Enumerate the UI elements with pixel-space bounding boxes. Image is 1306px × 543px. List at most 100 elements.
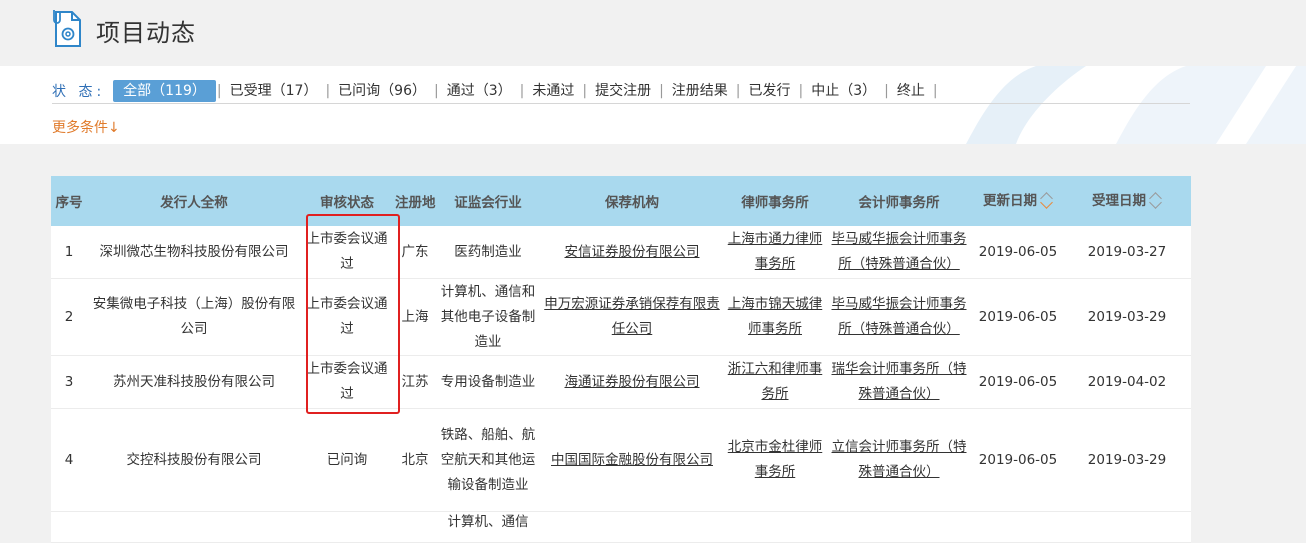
- law-firm-link[interactable]: 北京市金杜律师事务所: [728, 439, 823, 480]
- status-option-not-passed[interactable]: 未通过: [525, 80, 581, 102]
- cell-status: [301, 511, 393, 543]
- cell-no: 3: [51, 355, 87, 409]
- cell-sponsor: 安信证券股份有限公司: [539, 226, 725, 279]
- cell-industry: 计算机、通信和其他电子设备制造业: [437, 278, 539, 356]
- status-option-terminated[interactable]: 终止: [890, 80, 932, 102]
- law-firm-link[interactable]: 上海市通力律师事务所: [728, 231, 823, 272]
- cell-industry: 计算机、通信: [437, 511, 539, 543]
- cell-sponsor: 中国国际金融股份有限公司: [539, 408, 725, 512]
- law-firm-link[interactable]: 浙江六和律师事务所: [728, 361, 823, 402]
- separator: |: [216, 83, 222, 99]
- separator: |: [325, 83, 331, 99]
- header-accepted-label: 受理日期: [1092, 193, 1146, 209]
- status-option-issued[interactable]: 已发行: [742, 80, 798, 102]
- status-option-passed[interactable]: 通过（3）: [440, 80, 519, 102]
- cell-law-firm: 浙江六和律师事务所: [725, 355, 825, 409]
- separator: |: [434, 83, 439, 99]
- cell-accepted: 2019-04-02: [1063, 355, 1191, 409]
- sponsor-link[interactable]: 海通证券股份有限公司: [565, 374, 700, 390]
- cell-status: 上市委会议通过: [301, 278, 393, 356]
- cell-status: 上市委会议通过: [301, 226, 393, 279]
- project-table: 序号 发行人全称 审核状态 注册地 证监会行业 保荐机构 律师事务所 会计师事务…: [51, 176, 1191, 543]
- header-accepted-date[interactable]: 受理日期: [1063, 176, 1191, 226]
- filter-divider: [52, 103, 1190, 104]
- accounting-firm-link[interactable]: 毕马威华振会计师事务所（特殊普通合伙）: [832, 296, 967, 337]
- status-option-submitted-registration[interactable]: 提交注册: [588, 80, 658, 102]
- separator: |: [582, 83, 588, 99]
- status-option-accepted[interactable]: 已受理（17）: [223, 80, 325, 102]
- cell-sponsor: 申万宏源证券承销保荐有限责任公司: [539, 278, 725, 356]
- document-at-icon: [53, 10, 81, 47]
- cell-region: 上海: [393, 278, 437, 356]
- status-option-all[interactable]: 全部（119）: [113, 80, 216, 102]
- sponsor-link[interactable]: 申万宏源证券承销保荐有限责任公司: [544, 296, 720, 337]
- header-accounting-firm: 会计师事务所: [825, 176, 973, 226]
- cell-law-firm: [725, 511, 825, 543]
- table-row: 计算机、通信: [51, 511, 1191, 543]
- separator: |: [659, 83, 664, 99]
- separator: |: [798, 83, 804, 99]
- cell-accepted: 2019-03-27: [1063, 226, 1191, 279]
- cell-updated: 2019-06-05: [973, 355, 1063, 409]
- header-industry: 证监会行业: [437, 176, 539, 226]
- accounting-firm-link[interactable]: 立信会计师事务所（特殊普通合伙）: [832, 439, 967, 480]
- header-updated-date[interactable]: 更新日期: [973, 176, 1063, 226]
- header-region: 注册地: [393, 176, 437, 226]
- cell-issuer: 深圳微芯生物科技股份有限公司: [87, 226, 301, 279]
- cell-issuer: 安集微电子科技（上海）股份有限公司: [87, 278, 301, 356]
- sponsor-link[interactable]: 安信证券股份有限公司: [565, 244, 700, 260]
- cell-issuer: 苏州天准科技股份有限公司: [87, 355, 301, 409]
- cell-accepted: 2019-03-29: [1063, 278, 1191, 356]
- cell-updated: 2019-06-05: [973, 226, 1063, 279]
- table-row: 1 深圳微芯生物科技股份有限公司 上市委会议通过 广东 医药制造业 安信证券股份…: [51, 226, 1191, 279]
- page-header: 项目动态: [0, 0, 1306, 66]
- cell-issuer: 交控科技股份有限公司: [87, 408, 301, 512]
- separator: |: [884, 83, 889, 99]
- status-option-inquired[interactable]: 已问询（96）: [331, 80, 433, 102]
- sort-icon[interactable]: [1040, 188, 1053, 214]
- cell-accounting-firm: 瑞华会计师事务所（特殊普通合伙）: [825, 355, 973, 409]
- separator: |: [519, 83, 525, 99]
- cell-no: 1: [51, 226, 87, 279]
- filter-panel: 状 态: 全部（119） | 已受理（17） | 已问询（96） | 通过（3）…: [0, 66, 1306, 144]
- cell-updated: [973, 511, 1063, 543]
- separator: |: [735, 83, 741, 99]
- accounting-firm-link[interactable]: 毕马威华振会计师事务所（特殊普通合伙）: [832, 231, 967, 272]
- cell-law-firm: 上海市通力律师事务所: [725, 226, 825, 279]
- cell-region: 江苏: [393, 355, 437, 409]
- table-header-row: 序号 发行人全称 审核状态 注册地 证监会行业 保荐机构 律师事务所 会计师事务…: [51, 176, 1191, 226]
- cell-accepted: [1063, 511, 1191, 543]
- page-title: 项目动态: [96, 19, 196, 47]
- status-option-registration-result[interactable]: 注册结果: [665, 80, 735, 102]
- sponsor-link[interactable]: 中国国际金融股份有限公司: [551, 452, 713, 468]
- cell-law-firm: 北京市金杜律师事务所: [725, 408, 825, 512]
- decorative-stripes: [966, 66, 1306, 144]
- table-row: 2 安集微电子科技（上海）股份有限公司 上市委会议通过 上海 计算机、通信和其他…: [51, 278, 1191, 356]
- cell-accepted: 2019-03-29: [1063, 408, 1191, 512]
- more-conditions-link[interactable]: 更多条件↓: [52, 117, 120, 137]
- cell-law-firm: 上海市锦天城律师事务所: [725, 278, 825, 356]
- separator: |: [932, 83, 938, 99]
- table-row: 4 交控科技股份有限公司 已问询 北京 铁路、船舶、航空航天和其他运输设备制造业…: [51, 408, 1191, 512]
- cell-updated: 2019-06-05: [973, 278, 1063, 356]
- cell-industry: 医药制造业: [437, 226, 539, 279]
- cell-no: 4: [51, 408, 87, 512]
- cell-region: 广东: [393, 226, 437, 279]
- cell-accounting-firm: [825, 511, 973, 543]
- cell-industry: 专用设备制造业: [437, 355, 539, 409]
- cell-status: 已问询: [301, 408, 393, 512]
- sort-icon[interactable]: [1149, 188, 1162, 214]
- cell-sponsor: [539, 511, 725, 543]
- cell-accounting-firm: 立信会计师事务所（特殊普通合伙）: [825, 408, 973, 512]
- status-option-suspended[interactable]: 中止（3）: [804, 80, 883, 102]
- status-filter-row: 状 态: 全部（119） | 已受理（17） | 已问询（96） | 通过（3）…: [52, 80, 939, 102]
- cell-no: [51, 511, 87, 543]
- accounting-firm-link[interactable]: 瑞华会计师事务所（特殊普通合伙）: [832, 361, 967, 402]
- law-firm-link[interactable]: 上海市锦天城律师事务所: [728, 296, 823, 337]
- cell-sponsor: 海通证券股份有限公司: [539, 355, 725, 409]
- header-sponsor: 保荐机构: [539, 176, 725, 226]
- header-law-firm: 律师事务所: [725, 176, 825, 226]
- header-status: 审核状态: [301, 176, 393, 226]
- cell-accounting-firm: 毕马威华振会计师事务所（特殊普通合伙）: [825, 278, 973, 356]
- cell-no: 2: [51, 278, 87, 356]
